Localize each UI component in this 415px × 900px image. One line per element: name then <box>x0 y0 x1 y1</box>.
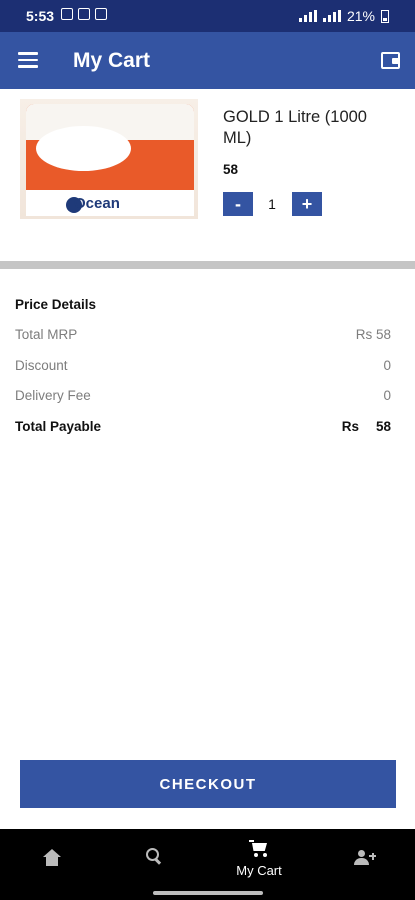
signal-icon <box>298 10 317 22</box>
nav-item-my-cart[interactable]: My Cart <box>207 829 311 889</box>
quantity-value: 1 <box>268 196 276 212</box>
discount-label: Discount <box>15 357 68 373</box>
search-icon[interactable] <box>146 848 162 865</box>
discount-value: 0 <box>383 357 391 373</box>
delivery-fee-row: Delivery Fee 0 <box>15 388 391 419</box>
home-icon[interactable] <box>43 849 61 867</box>
decrease-quantity-button[interactable]: - <box>223 192 253 216</box>
bottom-navigation: My Cart <box>0 829 415 900</box>
delivery-fee-value: 0 <box>383 388 391 403</box>
battery-icon <box>381 9 389 23</box>
people-icon[interactable] <box>354 850 376 866</box>
price-details: Price Details Total MRP Rs 58 Discount 0… <box>15 297 391 449</box>
total-payable-label: Total Payable <box>15 418 102 434</box>
screen-icon <box>78 8 90 20</box>
delivery-fee-label: Delivery Fee <box>15 388 91 403</box>
status-time: 5:53 <box>26 8 55 24</box>
download-icon <box>95 8 107 20</box>
price-details-heading: Price Details <box>15 297 97 312</box>
milk-pack-graphic: Ocean <box>26 104 194 216</box>
total-payable-row: Total Payable Rs 58 <box>15 419 391 450</box>
increase-quantity-button[interactable]: + <box>292 192 322 216</box>
menu-icon[interactable] <box>18 52 38 68</box>
total-mrp-value: Rs 58 <box>355 327 391 342</box>
gallery-icon <box>61 8 73 20</box>
product-name: GOLD 1 Litre (1000 ML) <box>223 108 367 147</box>
battery-percent: 21% <box>346 8 375 24</box>
product-image: Ocean <box>20 99 198 219</box>
section-divider <box>0 261 415 269</box>
product-price: 58 <box>223 162 239 177</box>
total-payable-currency: Rs <box>341 418 359 434</box>
discount-row: Discount 0 <box>15 358 391 389</box>
total-mrp-label: Total MRP <box>15 327 78 342</box>
checkout-button[interactable]: CHECKOUT <box>20 760 396 808</box>
status-bar: 5:53 21% <box>0 0 415 32</box>
notification-icons <box>61 8 107 20</box>
total-mrp-row: Total MRP Rs 58 <box>15 327 391 358</box>
signal-icon-2 <box>322 10 341 22</box>
nav-label-my-cart: My Cart <box>236 863 282 878</box>
cart-item: Ocean GOLD 1 Litre (1000 ML) 58 - 1 + <box>0 89 415 259</box>
page-title: My Cart <box>73 49 151 72</box>
brand-text: Ocean <box>74 195 120 212</box>
wallet-icon[interactable] <box>381 52 400 69</box>
gesture-bar[interactable] <box>153 891 263 895</box>
app-bar: My Cart <box>0 32 415 89</box>
status-right: 21% <box>298 8 389 24</box>
cart-icon <box>249 840 269 858</box>
total-payable-value: 58 <box>375 418 391 434</box>
